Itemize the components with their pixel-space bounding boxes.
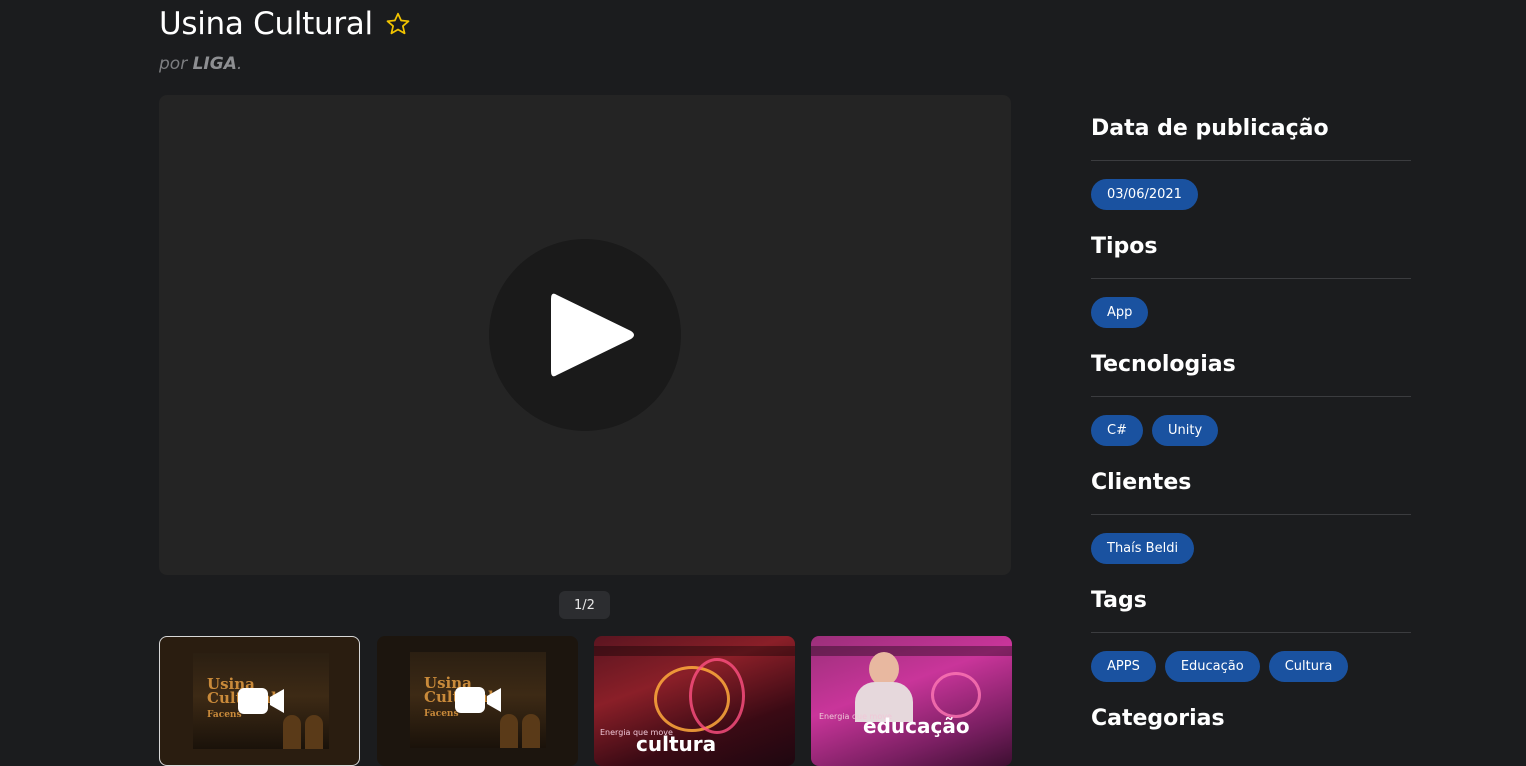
section-title: Clientes [1091,470,1192,495]
video-camera-icon [455,687,501,713]
section-clients: Clientes Thaís Beldi [1091,466,1411,564]
browser-bar [594,646,795,656]
divider [1091,278,1411,279]
browser-bar [811,646,1012,656]
byline-suffix: . [236,54,243,74]
section-title: Tecnologias [1091,352,1236,377]
client-pill[interactable]: Thaís Beldi [1091,533,1195,564]
thumbnail-caption: educação [863,714,970,738]
tag-pill-apps[interactable]: APPS [1091,651,1156,682]
thumbnail-caption: cultura [636,732,717,756]
type-pill-app[interactable]: App [1091,297,1149,328]
thumbnail-2[interactable]: Usina Cultural Facens [377,636,578,766]
divider [1091,396,1411,397]
thumbnail-3[interactable]: Energia que move cultura [594,636,795,766]
divider [1091,514,1411,515]
play-icon [551,293,634,377]
slide-counter: 1/2 [559,591,610,619]
section-types: Tipos App [1091,230,1411,328]
title-row: Usina Cultural [159,6,411,42]
person-photo [869,652,899,686]
byline-prefix: por [159,54,188,74]
play-button[interactable] [489,239,681,431]
section-title: Tipos [1091,234,1158,259]
page-title: Usina Cultural [159,6,373,42]
byline: por LIGA. [159,54,242,74]
tag-pill-educacao[interactable]: Educação [1164,651,1260,682]
video-camera-icon [238,688,284,714]
section-categories: Categorias [1091,702,1411,736]
date-pill[interactable]: 03/06/2021 [1091,179,1198,210]
section-title: Tags [1091,588,1147,613]
author-name[interactable]: LIGA [193,54,237,74]
section-technologies: Tecnologias C# Unity [1091,348,1411,446]
section-title: Data de publicação [1091,116,1329,141]
tech-pill-csharp[interactable]: C# [1091,415,1143,446]
video-player[interactable] [159,95,1011,575]
divider [1091,160,1411,161]
thumbnail-1[interactable]: Usina Cultural Facens [159,636,360,766]
star-outline-icon[interactable] [385,11,411,37]
section-title: Categorias [1091,706,1225,731]
section-tags: Tags APPS Educação Cultura [1091,584,1411,682]
thumbnail-4[interactable]: Energia que move educação [811,636,1012,766]
tech-pill-unity[interactable]: Unity [1151,415,1219,446]
section-publication-date: Data de publicação 03/06/2021 [1091,112,1411,210]
project-details-sidebar: Data de publicação 03/06/2021 Tipos App … [1091,112,1411,736]
tag-pill-cultura[interactable]: Cultura [1268,651,1349,682]
divider [1091,632,1411,633]
